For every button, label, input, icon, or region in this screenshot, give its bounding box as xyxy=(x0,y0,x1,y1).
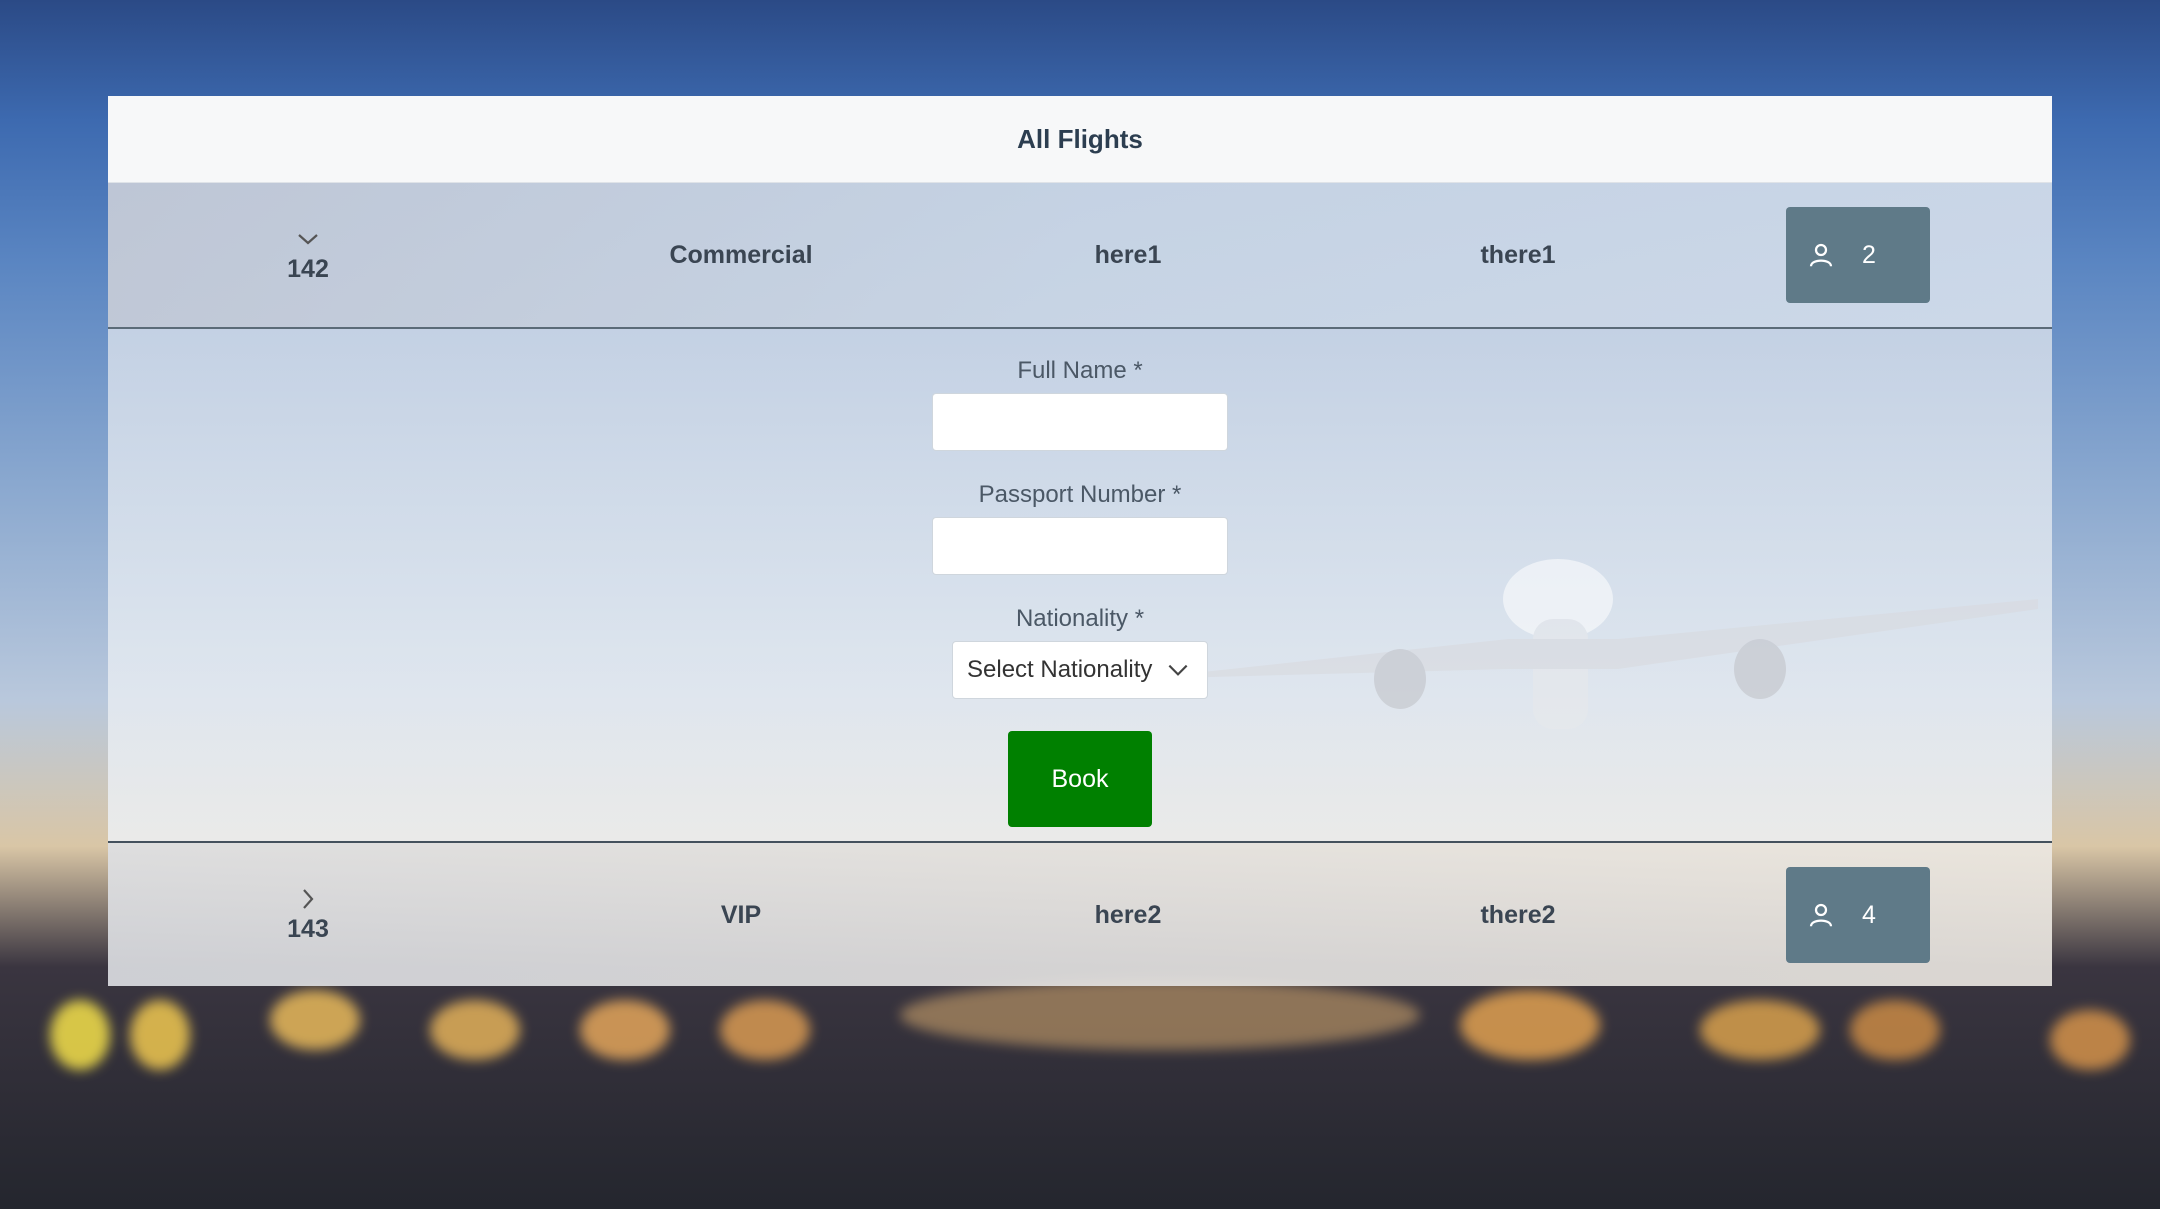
background-lights xyxy=(0,960,2160,1209)
booking-form: Full Name * Passport Number * Nationalit… xyxy=(108,357,2052,827)
book-button[interactable]: Book xyxy=(1008,731,1152,827)
passenger-count: 2 xyxy=(1862,240,1876,269)
booking-detail: Full Name * Passport Number * Nationalit… xyxy=(108,329,2052,843)
flight-type: Commercial xyxy=(669,240,813,269)
flight-origin: here1 xyxy=(1094,240,1162,269)
chevron-right-icon[interactable] xyxy=(296,887,320,911)
flights-panel: All Flights 142 Commercial here1 there1 … xyxy=(108,96,2052,986)
flight-destination: there2 xyxy=(1480,900,1556,929)
nationality-selected-value: Select Nationality xyxy=(967,656,1153,683)
passengers-button[interactable]: 4 xyxy=(1786,867,1930,963)
passport-number-label: Passport Number * xyxy=(978,481,1182,508)
nationality-label: Nationality * xyxy=(1015,605,1145,632)
flight-destination: there1 xyxy=(1480,240,1556,269)
full-name-label: Full Name * xyxy=(1017,357,1143,384)
flight-row-143[interactable]: 143 VIP here2 there2 4 xyxy=(108,843,2052,986)
chevron-down-icon[interactable] xyxy=(296,227,320,251)
flight-id-cell[interactable]: 142 xyxy=(228,183,388,327)
page-title: All Flights xyxy=(108,96,2052,183)
flight-origin: here2 xyxy=(1094,900,1162,929)
chevron-down-icon xyxy=(1168,664,1188,676)
flight-id: 142 xyxy=(287,254,329,283)
flight-row-142[interactable]: 142 Commercial here1 there1 2 xyxy=(108,183,2052,329)
passenger-count: 4 xyxy=(1862,900,1876,929)
nationality-select[interactable]: Select Nationality xyxy=(952,641,1208,699)
flight-id-cell[interactable]: 143 xyxy=(228,843,388,986)
passport-number-input[interactable] xyxy=(932,517,1228,575)
passengers-button[interactable]: 2 xyxy=(1786,207,1930,303)
person-icon xyxy=(1809,903,1833,927)
person-icon xyxy=(1809,243,1833,267)
flight-id: 143 xyxy=(287,914,329,943)
full-name-input[interactable] xyxy=(932,393,1228,451)
flight-type: VIP xyxy=(720,900,762,929)
